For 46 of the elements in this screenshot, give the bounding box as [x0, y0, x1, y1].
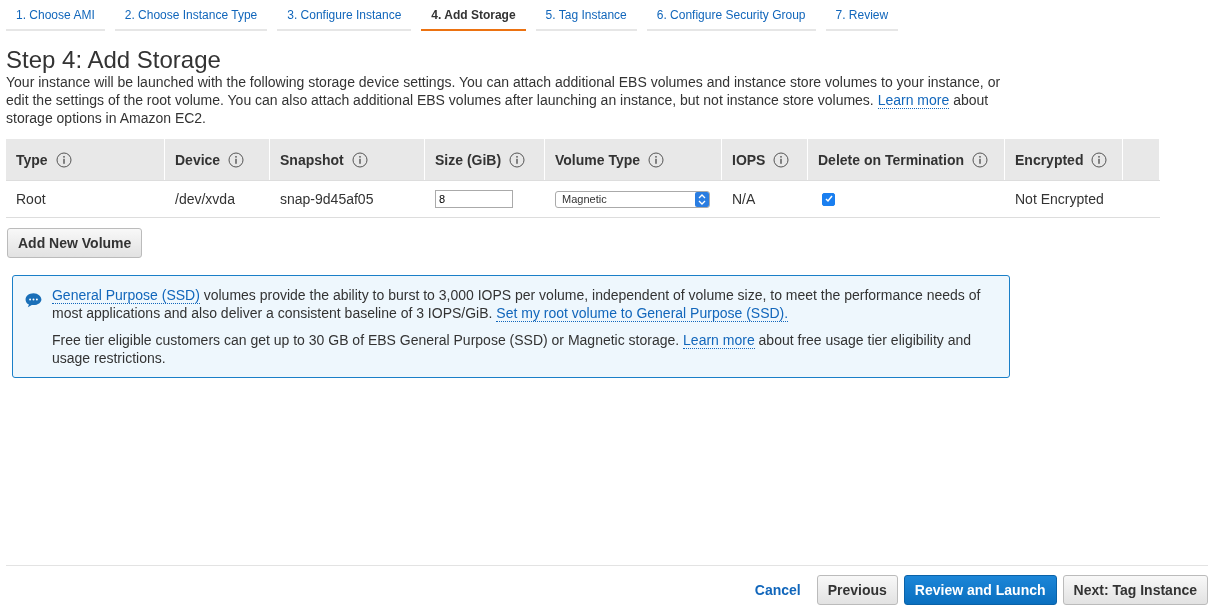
check-icon — [824, 195, 833, 203]
wizard-tab[interactable]: 6. Configure Security Group — [646, 3, 816, 31]
info-paragraph: General Purpose (SSD) volumes provide the ability to burst to 3,000 IOPS per volume, independent of volume size, to meet the performance needs of most applications and also deliver a consistent baseline of 3 IOPS/GiB. Set my root volume to General Purpose (SSD). — [52, 286, 982, 322]
column-header: Device — [175, 151, 221, 168]
previous-button[interactable]: Previous — [816, 575, 898, 605]
intro-paragraph: Your instance will be launched with the following storage device settings. You can attach additional EBS volumes and instance store volumes to your instance, or edit the settings of the root volume. You can also attach additional EBS volumes after launching an instance, but not instance store volumes. Learn more about storage options in Amazon EC2. — [6, 73, 1002, 127]
table-cell-text: N/A — [731, 191, 757, 207]
info-icon[interactable] — [509, 151, 526, 168]
wizard-tab[interactable]: 7. Review — [825, 3, 899, 31]
column-header: Delete on Termination — [818, 151, 964, 168]
wizard-tab[interactable]: 2. Choose Instance Type — [114, 3, 268, 31]
column-header: IOPS — [732, 151, 766, 168]
info-icon[interactable] — [55, 151, 72, 168]
caret-icon — [695, 191, 709, 207]
wizard-tab[interactable]: 3. Configure Instance — [277, 3, 412, 31]
column-header: Encrypted — [1015, 151, 1084, 168]
link[interactable]: Learn more — [683, 332, 755, 349]
column-header: Size (GiB) — [435, 151, 502, 168]
info-icon[interactable] — [1091, 151, 1108, 168]
wizard-tab[interactable]: 5. Tag Instance — [535, 3, 637, 31]
link[interactable]: Learn more — [877, 92, 950, 109]
size-field[interactable]: 8 — [435, 190, 513, 208]
link[interactable]: Set my root volume to General Purpose (SSD). — [496, 305, 789, 322]
next-button[interactable]: Next: Tag Instance — [1062, 575, 1208, 605]
info-icon[interactable] — [972, 151, 988, 168]
wizard-tab[interactable]: 1. Choose AMI — [6, 3, 105, 31]
column-header: Volume Type — [555, 151, 641, 168]
link[interactable]: General Purpose (SSD) — [52, 287, 200, 304]
column-header: Snapshot — [280, 151, 344, 168]
info-icon[interactable] — [351, 151, 368, 168]
add-volume-button[interactable]: Add New Volume — [7, 228, 143, 258]
volume-type-select[interactable]: Magnetic — [555, 190, 710, 208]
table-cell-text: snap-9d45af05 — [279, 191, 375, 207]
review-and-launch-button[interactable]: Review and Launch — [903, 575, 1057, 605]
checkbox[interactable] — [822, 192, 835, 206]
table-cell-text: Root — [15, 191, 47, 207]
cancel-link[interactable]: Cancel — [754, 582, 801, 598]
info-icon[interactable] — [773, 151, 790, 168]
wizard-tab[interactable]: 4. Add Storage — [421, 3, 526, 31]
table-cell-text: /dev/xvda — [174, 191, 236, 207]
info-paragraph: Free tier eligible customers can get up to 30 GB of EBS General Purpose (SSD) or Magnetic storage. Learn more about free usage tier eligibility and usage restrictions. — [52, 331, 973, 367]
info-icon[interactable] — [648, 151, 665, 168]
info-icon[interactable] — [228, 151, 245, 168]
table-cell-text: Not Encrypted — [1014, 191, 1105, 207]
page-title: Step 4: Add Storage — [6, 47, 222, 73]
column-header: Type — [16, 151, 48, 168]
